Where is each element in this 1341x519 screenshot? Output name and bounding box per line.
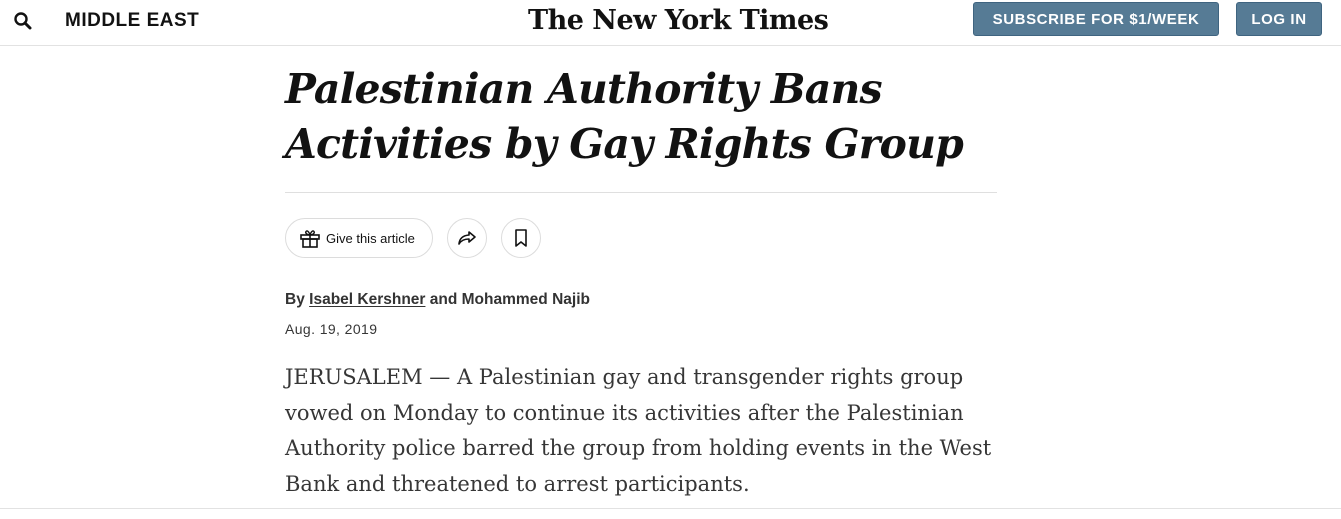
top-bar: MIDDLE EAST The New York Times SUBSCRIBE…: [0, 0, 1341, 46]
bottom-divider: [0, 508, 1341, 509]
gift-icon: [300, 230, 320, 248]
share-icon: [458, 231, 476, 245]
byline: By Isabel Kershner and Mohammed Najib: [285, 290, 590, 310]
bookmark-icon: [515, 229, 527, 247]
byline-conjunction: and: [429, 291, 458, 308]
subscribe-button[interactable]: SUBSCRIBE FOR $1/WEEK: [973, 2, 1219, 36]
article-lede: JERUSALEM — A Palestinian gay and transg…: [285, 365, 992, 496]
give-article-label: Give this article: [326, 230, 415, 246]
author-link[interactable]: Isabel Kershner: [309, 291, 425, 308]
publish-date: Aug. 19, 2019: [285, 321, 378, 337]
search-icon: [14, 12, 32, 30]
article-headline: Palestinian Authority Bans Activities by…: [285, 65, 964, 168]
section-name[interactable]: MIDDLE EAST: [65, 10, 199, 32]
nyt-logo[interactable]: The New York Times: [528, 4, 829, 38]
give-article-button[interactable]: Give this article: [285, 218, 433, 258]
share-button[interactable]: [447, 218, 487, 258]
headline-divider: [285, 192, 997, 193]
search-button[interactable]: [12, 10, 34, 32]
login-button[interactable]: LOG IN: [1236, 2, 1322, 36]
byline-prefix: By: [285, 291, 305, 308]
save-button[interactable]: [501, 218, 541, 258]
author-name: Mohammed Najib: [461, 291, 590, 308]
